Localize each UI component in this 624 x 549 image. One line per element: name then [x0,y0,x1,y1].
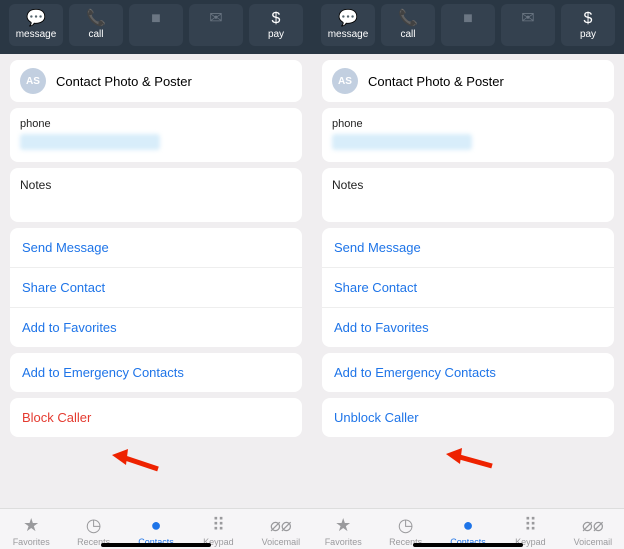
tab-voicemail[interactable]: ⌀⌀ Voicemail [562,515,624,547]
home-indicator [413,543,523,547]
dollar-icon: $ [272,11,281,27]
content-area: AS Contact Photo & Poster phone Notes Se… [312,54,624,508]
tab-bar: ★Favorites ◷Recents ●Contacts ⠿Keypad ⌀⌀… [312,508,624,549]
dollar-icon: $ [584,11,593,27]
phone-card[interactable]: phone [10,108,302,162]
contact-photo-label: Contact Photo & Poster [56,74,192,89]
actions-group-3: Unblock Caller [322,398,614,437]
unblock-caller-row[interactable]: Unblock Caller [322,398,614,437]
keypad-icon: ⠿ [212,515,225,535]
tab-favorites[interactable]: ★ Favorites [0,515,62,547]
call-label: call [400,29,415,40]
message-button[interactable]: 💬 message [321,4,375,46]
notes-card[interactable]: Notes [322,168,614,222]
star-icon: ★ [23,515,39,535]
contact-photo-card[interactable]: AS Contact Photo & Poster [322,60,614,102]
clock-icon: ◷ [398,515,414,535]
pay-button[interactable]: $ pay [561,4,615,46]
person-icon: ● [463,515,474,535]
phone-field-label: phone [332,118,604,130]
mail-icon: ✉ [521,11,534,27]
add-favorites-row[interactable]: Add to Favorites [322,308,614,347]
send-message-row[interactable]: Send Message [322,228,614,268]
share-contact-row[interactable]: Share Contact [322,268,614,308]
tab-favorites[interactable]: ★ Favorites [312,515,374,547]
call-button[interactable]: 📞 call [69,4,123,46]
voicemail-icon: ⌀⌀ [582,515,604,535]
speech-bubble-icon: 💬 [26,11,46,27]
clock-icon: ◷ [86,515,102,535]
actions-group-2: Add to Emergency Contacts [322,353,614,392]
phone-card[interactable]: phone [322,108,614,162]
tab-voicemail-label: Voicemail [262,537,301,547]
mail-button: ✉mail [189,4,243,46]
phone-number-redacted [332,134,472,150]
contact-photo-card[interactable]: AS Contact Photo & Poster [10,60,302,102]
actions-group-1: Send Message Share Contact Add to Favori… [322,228,614,347]
voicemail-icon: ⌀⌀ [270,515,292,535]
person-icon: ● [151,515,162,535]
add-favorites-row[interactable]: Add to Favorites [10,308,302,347]
share-contact-row[interactable]: Share Contact [10,268,302,308]
keypad-icon: ⠿ [524,515,537,535]
tab-favorites-label: Favorites [13,537,50,547]
actions-group-1: Send Message Share Contact Add to Favori… [10,228,302,347]
message-label: message [328,29,369,40]
contact-photo-label: Contact Photo & Poster [368,74,504,89]
pay-label: pay [580,29,596,40]
phone-number-redacted [20,134,160,150]
call-label: call [88,29,103,40]
actions-group-2: Add to Emergency Contacts [10,353,302,392]
tab-voicemail[interactable]: ⌀⌀ Voicemail [250,515,312,547]
video-button: ■video [441,4,495,46]
tab-voicemail-label: Voicemail [574,537,613,547]
video-icon: ■ [463,11,473,27]
phone-field-label: phone [20,118,292,130]
mail-icon: ✉ [209,11,222,27]
avatar: AS [20,68,46,94]
phone-icon: 📞 [398,11,418,27]
phone-right: 💬 message 📞 call ■video ✉mail $ pay AS Cont… [312,0,624,549]
add-emergency-row[interactable]: Add to Emergency Contacts [322,353,614,392]
notes-label: Notes [332,178,604,192]
tab-bar: ★Favorites ◷Recents ●Contacts ⠿Keypad ⌀⌀… [0,508,312,549]
message-label: message [16,29,57,40]
speech-bubble-icon: 💬 [338,11,358,27]
home-indicator [101,543,211,547]
call-button[interactable]: 📞 call [381,4,435,46]
notes-card[interactable]: Notes [10,168,302,222]
video-button: ■video [129,4,183,46]
actions-group-3: Block Caller [10,398,302,437]
star-icon: ★ [335,515,351,535]
tab-favorites-label: Favorites [325,537,362,547]
notes-label: Notes [20,178,292,192]
add-emergency-row[interactable]: Add to Emergency Contacts [10,353,302,392]
phone-icon: 📞 [86,11,106,27]
avatar: AS [332,68,358,94]
block-caller-row[interactable]: Block Caller [10,398,302,437]
pay-button[interactable]: $ pay [249,4,303,46]
mail-button: ✉mail [501,4,555,46]
top-action-bar: 💬 message 📞 call ■video ✉mail $ pay [312,0,624,54]
top-action-bar: 💬 message 📞 call ■video ✉mail $ pay [0,0,312,54]
message-button[interactable]: 💬 message [9,4,63,46]
pay-label: pay [268,29,284,40]
content-area: AS Contact Photo & Poster phone Notes Se… [0,54,312,508]
phone-left: 💬 message 📞 call ■video ✉mail $ pay AS Cont… [0,0,312,549]
video-icon: ■ [151,11,161,27]
send-message-row[interactable]: Send Message [10,228,302,268]
